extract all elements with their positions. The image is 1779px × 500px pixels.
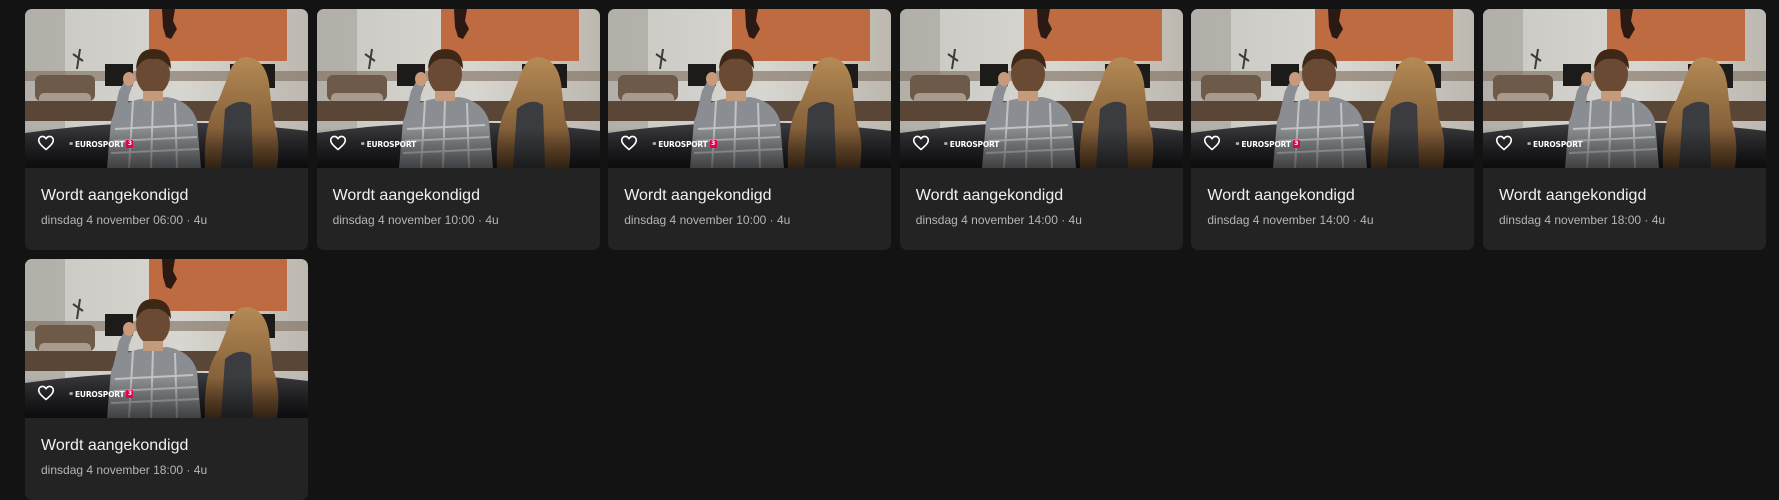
heart-outline-icon: [37, 135, 55, 151]
thumbnail-shade: [899, 128, 1183, 168]
program-schedule: dinsdag 4 november 14:00 · 4u: [1207, 213, 1374, 227]
program-thumbnail[interactable]: ≡ EUROSPORT: [1482, 9, 1766, 168]
program-card[interactable]: ≡ EUROSPORT Wordt aangekondigd dinsdag 4…: [899, 9, 1183, 250]
favorite-button[interactable]: [910, 132, 932, 154]
channel-name: EUROSPORT: [949, 139, 1000, 149]
thumbnail-shade: [1482, 128, 1766, 168]
program-card[interactable]: ≡ EUROSPORT Wordt aangekondigd dinsdag 4…: [316, 9, 600, 250]
channel-logo: ≡ EUROSPORT 3: [69, 389, 134, 399]
channel-name: EUROSPORT: [1241, 139, 1291, 149]
heart-outline-icon: [1495, 135, 1513, 151]
channel-number: 3: [126, 390, 134, 398]
thumbnail-shade: [608, 128, 892, 168]
channel-prefix: ≡: [69, 140, 73, 147]
program-card[interactable]: ≡ EUROSPORT 3 Wordt aangekondigd dinsdag…: [608, 9, 892, 250]
channel-number: 3: [126, 140, 134, 148]
program-title: Wordt aangekondigd: [624, 187, 772, 204]
thumbnail-shade: [25, 128, 308, 168]
program-thumbnail[interactable]: ≡ EUROSPORT 3: [25, 259, 308, 418]
channel-prefix: ≡: [360, 140, 365, 147]
channel-logo: ≡ EUROSPORT 3: [69, 139, 134, 149]
channel-prefix: ≡: [943, 140, 948, 147]
thumbnail-shade: [316, 128, 600, 168]
program-title: Wordt aangekondigd: [41, 187, 189, 204]
program-meta: Wordt aangekondigd dinsdag 4 november 14…: [900, 168, 1183, 228]
favorite-button[interactable]: [35, 132, 57, 154]
heart-outline-icon: [621, 135, 638, 151]
program-title: Wordt aangekondigd: [41, 437, 189, 454]
channel-number: 3: [709, 140, 717, 148]
program-thumbnail[interactable]: ≡ EUROSPORT 3: [1191, 9, 1475, 168]
channel-logo: ≡ EUROSPORT: [943, 139, 1000, 149]
channel-prefix: ≡: [652, 140, 657, 147]
program-thumbnail[interactable]: ≡ EUROSPORT 3: [25, 9, 308, 168]
program-thumbnail[interactable]: ≡ EUROSPORT: [316, 9, 600, 168]
program-meta: Wordt aangekondigd dinsdag 4 november 10…: [608, 168, 891, 228]
channel-logo: ≡ EUROSPORT: [360, 139, 417, 149]
heart-outline-icon: [912, 135, 929, 151]
program-schedule: dinsdag 4 november 14:00 · 4u: [915, 213, 1082, 227]
favorite-button[interactable]: [618, 132, 640, 154]
channel-name: EUROSPORT: [658, 139, 708, 149]
program-schedule: dinsdag 4 november 18:00 · 4u: [1498, 213, 1666, 227]
thumbnail-shade: [1191, 128, 1475, 168]
program-schedule: dinsdag 4 november 18:00 · 4u: [41, 463, 208, 477]
program-meta: Wordt aangekondigd dinsdag 4 november 06…: [25, 168, 308, 228]
program-card[interactable]: ≡ EUROSPORT 3 Wordt aangekondigd dinsdag…: [25, 259, 308, 500]
program-thumbnail[interactable]: ≡ EUROSPORT 3: [608, 9, 892, 168]
heart-outline-icon: [37, 385, 55, 401]
program-title: Wordt aangekondigd: [332, 187, 480, 204]
channel-prefix: ≡: [1235, 140, 1240, 147]
channel-name: EUROSPORT: [75, 139, 125, 149]
program-schedule: dinsdag 4 november 10:00 · 4u: [624, 213, 791, 227]
favorite-button[interactable]: [1493, 132, 1515, 154]
channel-logo: ≡ EUROSPORT 3: [652, 139, 717, 149]
program-title: Wordt aangekondigd: [915, 187, 1064, 204]
channel-logo: ≡ EUROSPORT 3: [1235, 139, 1300, 149]
program-card[interactable]: ≡ EUROSPORT Wordt aangekondigd dinsdag 4…: [1482, 9, 1766, 250]
program-grid: ≡ EUROSPORT 3 Wordt aangekondigd dinsdag…: [25, 9, 1766, 500]
program-meta: Wordt aangekondigd dinsdag 4 november 18…: [1483, 168, 1766, 228]
channel-prefix: ≡: [69, 390, 73, 397]
channel-name: EUROSPORT: [75, 389, 125, 399]
program-card[interactable]: ≡ EUROSPORT 3 Wordt aangekondigd dinsdag…: [1191, 9, 1475, 250]
favorite-button[interactable]: [327, 132, 349, 154]
program-title: Wordt aangekondigd: [1207, 187, 1355, 204]
program-thumbnail[interactable]: ≡ EUROSPORT: [899, 9, 1183, 168]
channel-logo: ≡ EUROSPORT: [1526, 139, 1583, 149]
program-card[interactable]: ≡ EUROSPORT 3 Wordt aangekondigd dinsdag…: [25, 9, 308, 250]
favorite-button[interactable]: [1201, 132, 1223, 154]
channel-number: 3: [1292, 140, 1300, 148]
program-schedule: dinsdag 4 november 06:00 · 4u: [41, 213, 208, 227]
program-meta: Wordt aangekondigd dinsdag 4 november 18…: [25, 418, 308, 478]
program-schedule: dinsdag 4 november 10:00 · 4u: [332, 213, 499, 227]
thumbnail-shade: [25, 378, 308, 418]
heart-outline-icon: [329, 135, 346, 151]
channel-name: EUROSPORT: [366, 139, 417, 149]
favorite-button[interactable]: [35, 382, 57, 404]
channel-name: EUROSPORT: [1532, 139, 1583, 149]
program-meta: Wordt aangekondigd dinsdag 4 november 10…: [317, 168, 600, 228]
program-meta: Wordt aangekondigd dinsdag 4 november 14…: [1191, 168, 1474, 228]
heart-outline-icon: [1204, 135, 1221, 151]
channel-prefix: ≡: [1526, 140, 1531, 147]
program-title: Wordt aangekondigd: [1498, 187, 1647, 204]
